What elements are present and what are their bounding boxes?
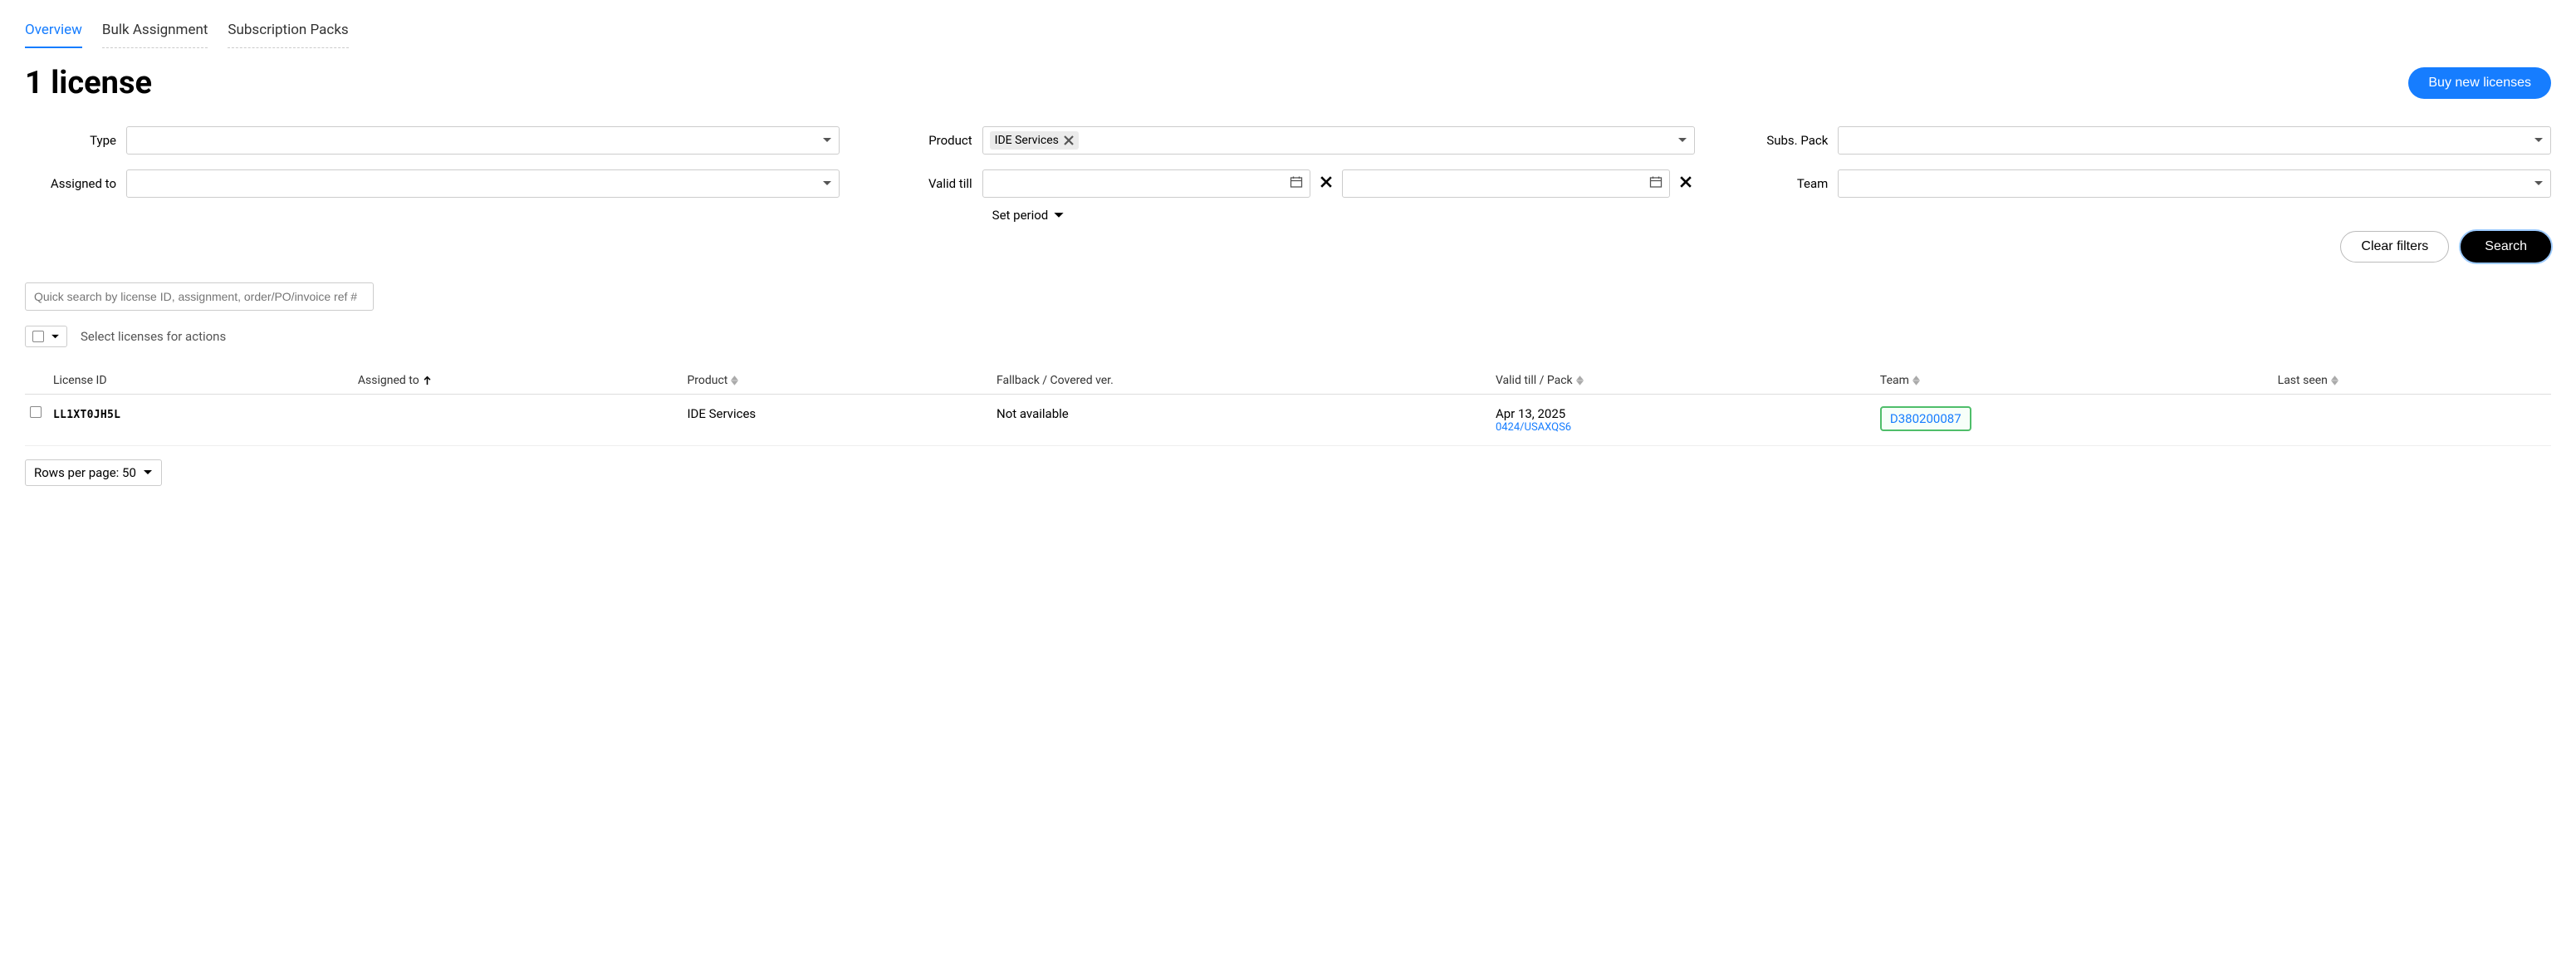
chevron-down-icon — [2534, 137, 2544, 144]
th-team[interactable]: Team — [1875, 367, 2273, 395]
chevron-down-icon — [1677, 137, 1687, 144]
th-valid[interactable]: Valid till / Pack — [1491, 367, 1875, 395]
filter-valid-label: Valid till — [881, 176, 972, 191]
quick-search-input[interactable] — [25, 282, 374, 311]
chevron-down-icon — [822, 180, 832, 187]
buy-new-licenses-button[interactable]: Buy new licenses — [2408, 67, 2551, 99]
bulk-select-dropdown[interactable] — [25, 326, 67, 347]
filter-team: Team — [1736, 169, 2551, 198]
header-row: 1 license Buy new licenses — [25, 65, 2551, 101]
page-title: 1 license — [25, 65, 152, 101]
th-product[interactable]: Product — [682, 367, 992, 395]
filter-type-select[interactable] — [126, 126, 840, 155]
cell-team-badge[interactable]: D380200087 — [1880, 406, 1971, 431]
cell-product: IDE Services — [682, 395, 992, 446]
sort-icon — [2331, 375, 2338, 385]
calendar-icon — [1649, 175, 1663, 192]
tab-bar: Overview Bulk Assignment Subscription Pa… — [25, 17, 2551, 48]
filter-product-label: Product — [881, 133, 972, 148]
th-fallback: Fallback / Covered ver. — [992, 367, 1491, 395]
tab-subscription-packs[interactable]: Subscription Packs — [228, 17, 348, 48]
set-period-dropdown[interactable]: Set period — [881, 208, 1696, 223]
licenses-table: License ID Assigned to Product Fallback … — [25, 367, 2551, 446]
cell-pack-link[interactable]: 0424/USAXQS6 — [1496, 421, 1870, 434]
date-from-input[interactable] — [982, 169, 1310, 198]
calendar-icon — [1290, 175, 1303, 192]
filter-valid-till: Valid till — [881, 169, 1696, 198]
date-to-input[interactable] — [1342, 169, 1670, 198]
cell-assigned-to — [353, 395, 683, 446]
chevron-down-icon — [822, 137, 832, 144]
filter-team-label: Team — [1736, 176, 1828, 191]
product-tag: IDE Services — [990, 131, 1079, 150]
chevron-down-icon — [2534, 180, 2544, 187]
chevron-down-icon — [1053, 212, 1065, 219]
bulk-checkbox[interactable] — [32, 331, 44, 342]
filter-team-select[interactable] — [1838, 169, 2551, 198]
product-tag-label: IDE Services — [995, 134, 1059, 147]
sort-icon — [1912, 375, 1920, 385]
clear-filters-button[interactable]: Clear filters — [2340, 231, 2449, 263]
filter-subs-label: Subs. Pack — [1736, 133, 1828, 148]
tab-bulk-assignment[interactable]: Bulk Assignment — [102, 17, 208, 48]
bulk-hint: Select licenses for actions — [81, 329, 226, 344]
search-button[interactable]: Search — [2461, 231, 2551, 263]
cell-valid-date: Apr 13, 2025 — [1496, 406, 1870, 421]
filter-subs-select[interactable] — [1838, 126, 2551, 155]
rows-per-page-select[interactable]: Rows per page: 50 — [25, 459, 162, 486]
set-period-label: Set period — [992, 208, 1049, 223]
th-assigned-to[interactable]: Assigned to — [353, 367, 683, 395]
date-from-clear-icon[interactable] — [1317, 173, 1335, 194]
filter-product: Product IDE Services — [881, 126, 1696, 155]
sort-icon — [1576, 375, 1584, 385]
filter-subs-pack: Subs. Pack — [1736, 126, 2551, 155]
th-license-id[interactable]: License ID — [48, 367, 353, 395]
filter-assigned-label: Assigned to — [25, 176, 116, 191]
th-last-seen[interactable]: Last seen — [2273, 367, 2551, 395]
tab-overview[interactable]: Overview — [25, 17, 82, 48]
filters-grid: Type Product IDE Services Subs. Pack — [25, 126, 2551, 223]
sort-icon — [731, 375, 738, 385]
filter-actions: Clear filters Search — [25, 231, 2551, 263]
cell-license-id: LL1XT0JH5L — [53, 409, 120, 421]
filter-assigned-to: Assigned to — [25, 169, 840, 198]
tag-remove-icon[interactable] — [1064, 135, 1074, 145]
rows-per-page-label: Rows per page: 50 — [34, 465, 136, 480]
filter-type-label: Type — [25, 133, 116, 148]
filter-type: Type — [25, 126, 840, 155]
filter-assigned-select[interactable] — [126, 169, 840, 198]
cell-last-seen — [2273, 395, 2551, 446]
row-checkbox[interactable] — [30, 406, 42, 418]
table-row: LL1XT0JH5L IDE Services Not available Ap… — [25, 395, 2551, 446]
cell-fallback: Not available — [992, 395, 1491, 446]
arrow-up-icon — [423, 375, 432, 385]
date-to-clear-icon[interactable] — [1677, 173, 1695, 194]
bulk-actions-row: Select licenses for actions — [25, 326, 2551, 347]
filter-product-select[interactable]: IDE Services — [982, 126, 1696, 155]
